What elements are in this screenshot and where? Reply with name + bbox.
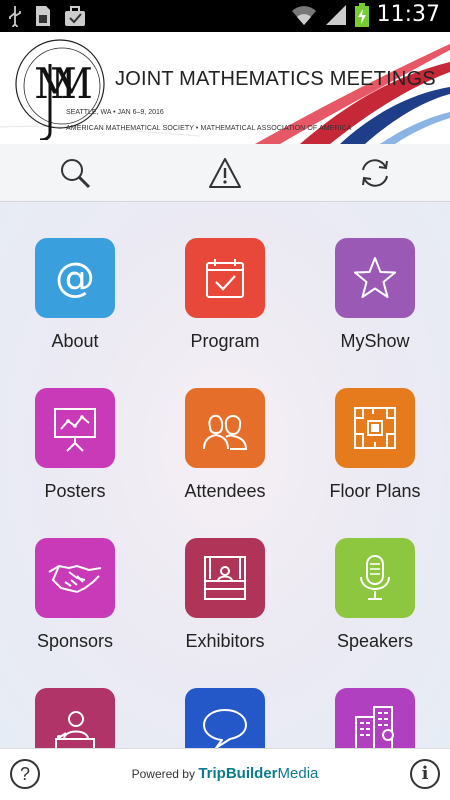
booth-icon bbox=[204, 556, 246, 600]
svg-text:@: @ bbox=[55, 255, 95, 301]
tile-speakers-bg bbox=[335, 538, 415, 618]
alerts-button[interactable] bbox=[208, 156, 242, 190]
chat-bubble-icon bbox=[203, 709, 247, 748]
tile-about-bg: @ bbox=[35, 238, 115, 318]
star-icon bbox=[354, 257, 396, 298]
brand-tripbuilder: TripBuilder bbox=[198, 765, 278, 782]
presentation-icon bbox=[54, 408, 96, 452]
conference-sponsors: AMERICAN MATHEMATICAL SOCIETY • MATHEMAT… bbox=[66, 125, 352, 132]
microphone-icon bbox=[360, 555, 390, 600]
status-bar: 11:37 bbox=[0, 0, 450, 32]
tile-attendees[interactable]: Attendees bbox=[155, 353, 295, 503]
speaker-podium-icon bbox=[55, 711, 95, 748]
tile-sponsors[interactable]: Sponsors bbox=[5, 503, 145, 653]
search-icon bbox=[61, 159, 91, 189]
tile-exhibitors-label: Exhibitors bbox=[185, 631, 265, 651]
clock: 11:37 bbox=[376, 2, 440, 27]
sync-icon bbox=[362, 159, 388, 187]
tile-program-bg bbox=[185, 238, 265, 318]
tile-exhibitors[interactable]: Exhibitors bbox=[155, 503, 295, 653]
feature-grid: @ About Program MyShow Posters Attendees… bbox=[0, 203, 450, 748]
info-button[interactable]: i bbox=[410, 759, 440, 789]
brand-media: Media bbox=[277, 765, 319, 782]
wifi-icon bbox=[291, 5, 316, 25]
footer-bar: ? Powered by TripBuilderMedia i bbox=[0, 748, 450, 800]
tile-attendees-bg bbox=[185, 388, 265, 468]
sync-button[interactable] bbox=[358, 156, 392, 190]
tile-row4-2-bg bbox=[185, 688, 265, 748]
tile-sponsors-label: Sponsors bbox=[36, 631, 114, 651]
at-icon: @ bbox=[55, 255, 95, 301]
toolbar bbox=[0, 144, 450, 202]
tile-program[interactable]: Program bbox=[155, 203, 295, 353]
svg-text:M: M bbox=[50, 59, 93, 108]
powered-by-text: Powered by bbox=[131, 767, 195, 781]
tile-myshow-label: MyShow bbox=[340, 331, 410, 351]
people-icon bbox=[203, 414, 248, 450]
battery-charging-icon bbox=[354, 2, 369, 27]
tile-about[interactable]: @ About bbox=[5, 203, 145, 353]
tile-row4-3-bg bbox=[335, 688, 415, 748]
sim-card-icon bbox=[36, 6, 50, 26]
search-button[interactable] bbox=[58, 156, 92, 190]
tile-row4-3[interactable] bbox=[305, 653, 445, 748]
powered-by: Powered by TripBuilderMedia bbox=[0, 765, 450, 782]
calendar-check-icon bbox=[206, 259, 244, 298]
tile-exhibitors-bg bbox=[185, 538, 265, 618]
signal-icon bbox=[325, 4, 346, 25]
tile-floor-plans-bg bbox=[335, 388, 415, 468]
alert-icon bbox=[209, 158, 241, 188]
floor-plan-icon bbox=[354, 407, 396, 449]
tile-myshow[interactable]: MyShow bbox=[305, 203, 445, 353]
tile-floor-plans-label: Floor Plans bbox=[329, 481, 421, 501]
tile-speakers-label: Speakers bbox=[336, 631, 414, 651]
handshake-icon bbox=[48, 564, 102, 594]
tile-row4-1[interactable] bbox=[5, 653, 145, 748]
tile-row4-2[interactable] bbox=[155, 653, 295, 748]
tile-row4-1-bg bbox=[35, 688, 115, 748]
tile-sponsors-bg bbox=[35, 538, 115, 618]
briefcase-check-icon bbox=[65, 6, 85, 26]
conference-title: JOINT MATHEMATICS MEETINGS bbox=[115, 68, 436, 90]
tile-posters-label: Posters bbox=[44, 481, 106, 501]
tile-attendees-label: Attendees bbox=[184, 481, 266, 501]
tile-floor-plans[interactable]: Floor Plans bbox=[305, 353, 445, 503]
usb-icon bbox=[9, 6, 21, 27]
tile-speakers[interactable]: Speakers bbox=[305, 503, 445, 653]
conference-banner: M M JOINT MATHEMATICS MEETINGS SEATTLE, … bbox=[0, 32, 450, 144]
tile-posters-bg bbox=[35, 388, 115, 468]
tile-myshow-bg bbox=[335, 238, 415, 318]
tile-about-label: About bbox=[51, 331, 99, 351]
tile-program-label: Program bbox=[190, 331, 260, 351]
conference-location-date: SEATTLE, WA • JAN 6–9, 2016 bbox=[66, 109, 164, 116]
buildings-icon bbox=[355, 706, 394, 748]
tile-posters[interactable]: Posters bbox=[5, 353, 145, 503]
